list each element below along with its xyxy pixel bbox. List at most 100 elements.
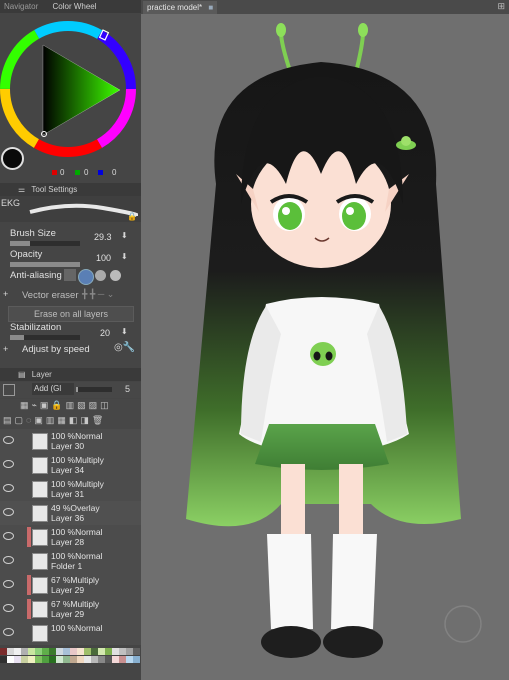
palette-swatch[interactable]: [70, 648, 77, 655]
visibility-eye-icon[interactable]: [3, 484, 14, 492]
layer-row[interactable]: 49 %Overlay Layer 36: [0, 501, 141, 526]
layer-blend-opacity: 100 %Multiply: [51, 479, 104, 489]
palette-swatch[interactable]: [21, 648, 28, 655]
rgb-values: 0 0 0: [50, 168, 140, 178]
palette-swatch[interactable]: [56, 656, 63, 663]
visibility-eye-icon[interactable]: [3, 604, 14, 612]
palette-swatch[interactable]: [28, 648, 35, 655]
palette-swatch[interactable]: [112, 656, 119, 663]
visibility-eye-icon[interactable]: [3, 628, 14, 636]
vector-eraser-row[interactable]: + Vector eraser ╋ ╋ ─ ⌄: [0, 289, 141, 303]
palette-swatch[interactable]: [14, 648, 21, 655]
palette-swatch[interactable]: [35, 656, 42, 663]
layer-name: Layer 29: [51, 609, 85, 619]
palette-swatch[interactable]: [84, 648, 91, 655]
palette-swatch[interactable]: [49, 648, 56, 655]
opacity-dropdown-icon[interactable]: ⬇: [121, 252, 128, 261]
palette-swatch[interactable]: [42, 648, 49, 655]
expand-icon[interactable]: +: [3, 289, 8, 299]
palette-swatch[interactable]: [98, 656, 105, 663]
close-tab-icon[interactable]: ■: [208, 3, 213, 12]
palette-swatch[interactable]: [119, 656, 126, 663]
brush-size-dropdown-icon[interactable]: ⬇: [121, 231, 128, 240]
visibility-eye-icon[interactable]: [3, 532, 14, 540]
palette-swatch[interactable]: [126, 648, 133, 655]
palette-swatch[interactable]: [49, 656, 56, 663]
opacity-value: 100: [96, 253, 112, 263]
palette-swatch[interactable]: [112, 648, 119, 655]
blend-mode-dropdown[interactable]: Add (Gl: [32, 383, 74, 395]
layer-thumbnail: [32, 481, 48, 498]
erase-all-layers-button[interactable]: Erase on all layers: [8, 306, 134, 322]
palette-swatch[interactable]: [0, 656, 7, 663]
layer-tool-icons-row1[interactable]: ▦⌁▣🔒▥▧▨◫: [20, 400, 112, 411]
layer-row[interactable]: 100 %Multiply Layer 34: [0, 453, 141, 478]
palette-swatch[interactable]: [126, 656, 133, 663]
color-wheel-tab[interactable]: Color Wheel: [52, 2, 96, 11]
antialias-none-icon[interactable]: [64, 269, 76, 281]
canvas-tab[interactable]: practice model* ■: [143, 1, 218, 14]
layer-name: Layer 30: [51, 441, 85, 451]
palette-swatch[interactable]: [91, 648, 98, 655]
palette-swatch[interactable]: [119, 648, 126, 655]
palette-swatch[interactable]: [0, 648, 7, 655]
layer-row[interactable]: 100 %Normal: [0, 621, 141, 645]
adjust-speed-row[interactable]: + Adjust by speed ◎🔧: [0, 342, 141, 356]
layer-row[interactable]: 100 %Normal Folder 1: [0, 549, 141, 574]
layer-tool-icons-row2[interactable]: ▤▢◌▣▥▦◧◨🗑: [3, 415, 106, 426]
palette-swatch[interactable]: [84, 656, 91, 663]
opacity-row[interactable]: Opacity 100 ⬇: [0, 249, 141, 269]
palette-swatch[interactable]: [28, 656, 35, 663]
layer-opacity-slider[interactable]: [76, 387, 112, 392]
brush-size-label: Brush Size: [10, 228, 56, 239]
visibility-eye-icon[interactable]: [3, 508, 14, 516]
palette-swatch[interactable]: [105, 648, 112, 655]
stabilization-row[interactable]: Stabilization 20 ⬇: [0, 322, 141, 342]
opacity-slider[interactable]: [10, 262, 80, 267]
palette-swatch[interactable]: [7, 648, 14, 655]
tool-settings-menu-icon[interactable]: ◎🔧: [114, 342, 135, 353]
brush-preview[interactable]: EKG 🔒: [0, 196, 141, 222]
palette-swatch[interactable]: [56, 648, 63, 655]
palette-swatch[interactable]: [133, 656, 140, 663]
visibility-eye-icon[interactable]: [3, 436, 14, 444]
antialias-weak-icon[interactable]: [78, 269, 94, 285]
layer-color-mark: [27, 599, 31, 619]
visibility-eye-icon[interactable]: [3, 460, 14, 468]
layer-row[interactable]: 67 %Multiply Layer 29: [0, 597, 141, 622]
vector-eraser-options-icon[interactable]: ╋ ╋ ─ ⌄: [82, 289, 114, 300]
palette-swatch[interactable]: [21, 656, 28, 663]
stabilization-slider[interactable]: [10, 335, 80, 340]
main-color-swatch[interactable]: [1, 147, 24, 170]
palette-swatch[interactable]: [98, 648, 105, 655]
brush-size-slider[interactable]: [10, 241, 80, 246]
palette-swatch[interactable]: [7, 656, 14, 663]
navigator-tab[interactable]: Navigator: [4, 2, 38, 11]
layer-row[interactable]: 100 %Normal Layer 28: [0, 525, 141, 550]
panel-menu-icon[interactable]: ⊞: [497, 1, 505, 12]
red-channel-icon: [52, 170, 57, 175]
visibility-eye-icon[interactable]: [3, 556, 14, 564]
palette-swatch[interactable]: [63, 656, 70, 663]
layer-row[interactable]: 100 %Normal Layer 30: [0, 429, 141, 454]
palette-swatch[interactable]: [42, 656, 49, 663]
antialias-medium-icon[interactable]: [95, 270, 106, 281]
palette-swatch[interactable]: [105, 656, 112, 663]
brush-size-row[interactable]: Brush Size 29.3 ⬇: [0, 228, 141, 248]
layer-props-icon[interactable]: [3, 384, 15, 396]
palette-swatch[interactable]: [91, 656, 98, 663]
palette-swatch[interactable]: [70, 656, 77, 663]
visibility-eye-icon[interactable]: [3, 580, 14, 588]
palette-swatch[interactable]: [35, 648, 42, 655]
palette-swatch[interactable]: [77, 648, 84, 655]
palette-swatch[interactable]: [77, 656, 84, 663]
layer-row[interactable]: 100 %Multiply Layer 31: [0, 477, 141, 502]
antialias-strong-icon[interactable]: [110, 270, 121, 281]
adjust-speed-expand-icon[interactable]: +: [3, 344, 8, 354]
palette-swatch[interactable]: [133, 648, 140, 655]
palette-swatch[interactable]: [63, 648, 70, 655]
stabilization-dropdown-icon[interactable]: ⬇: [121, 327, 128, 336]
lock-icon[interactable]: 🔒: [127, 212, 137, 221]
layer-row[interactable]: 67 %Multiply Layer 29: [0, 573, 141, 598]
palette-swatch[interactable]: [14, 656, 21, 663]
